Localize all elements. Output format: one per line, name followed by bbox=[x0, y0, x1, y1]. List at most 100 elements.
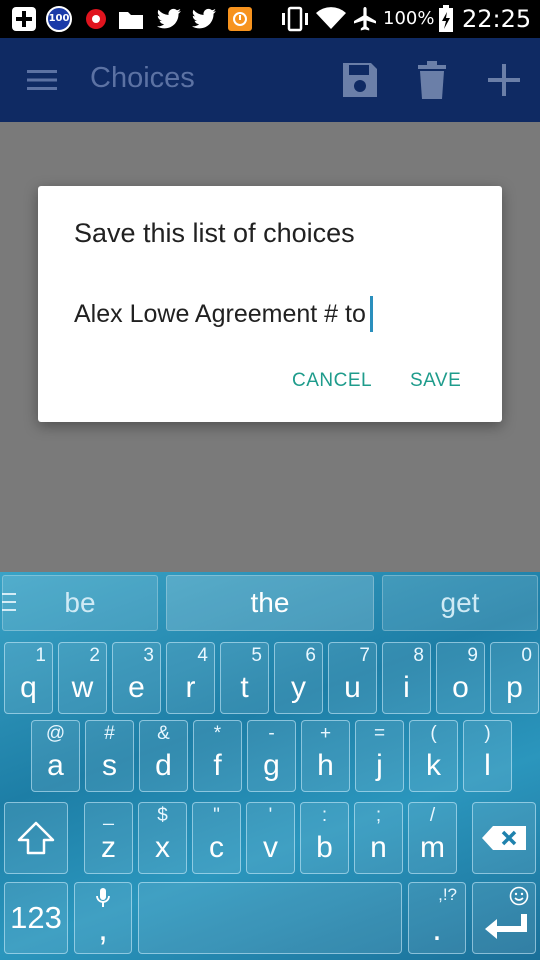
key-label: k bbox=[426, 749, 441, 782]
key-hint: 5 bbox=[251, 645, 262, 666]
key-o[interactable]: 9o bbox=[436, 642, 485, 714]
key-label: h bbox=[317, 749, 334, 782]
key-v[interactable]: ' v bbox=[246, 802, 295, 874]
list-name-input-text: Alex Lowe Agreement # to bbox=[74, 299, 366, 328]
numbers-key-label: 123 bbox=[10, 900, 62, 935]
key-m[interactable]: / m bbox=[408, 802, 457, 874]
key-label: q bbox=[20, 671, 37, 704]
key-a[interactable]: @ a bbox=[31, 720, 80, 792]
key-label: l bbox=[484, 749, 491, 782]
key-hint: * bbox=[213, 723, 222, 744]
key-hint: 8 bbox=[413, 645, 424, 666]
shift-key[interactable] bbox=[4, 802, 68, 874]
backspace-icon bbox=[473, 803, 535, 873]
key-z[interactable]: _ z bbox=[84, 802, 133, 874]
alert-red-icon bbox=[84, 6, 108, 32]
enter-icon bbox=[483, 912, 529, 945]
plus-box-icon bbox=[10, 6, 38, 32]
key-label: d bbox=[155, 749, 172, 782]
dialog-title: Save this list of choices bbox=[74, 218, 355, 248]
punctuation-hint: ,!? bbox=[438, 885, 457, 904]
key-label: c bbox=[209, 831, 224, 864]
numbers-key[interactable]: 123 bbox=[4, 882, 68, 954]
key-label: j bbox=[376, 749, 383, 782]
key-hint: ' bbox=[268, 805, 273, 826]
twitter-icon bbox=[190, 6, 218, 32]
menu-icon[interactable] bbox=[20, 58, 64, 102]
app-bar: Choices bbox=[0, 38, 540, 122]
clock-time: 22:25 bbox=[462, 5, 532, 33]
enter-key[interactable] bbox=[472, 882, 536, 954]
period-key[interactable]: ,!? . bbox=[408, 882, 466, 954]
comma-key-label: , bbox=[98, 910, 108, 948]
suggestion-3[interactable]: get bbox=[382, 575, 538, 631]
key-i[interactable]: 8i bbox=[382, 642, 431, 714]
key-j[interactable]: = j bbox=[355, 720, 404, 792]
key-l[interactable]: ) l bbox=[463, 720, 512, 792]
key-hint: 7 bbox=[359, 645, 370, 666]
status-badge-text: 100 bbox=[48, 13, 70, 24]
key-label: x bbox=[155, 831, 170, 864]
emoji-icon bbox=[509, 886, 529, 911]
twitter-icon bbox=[155, 6, 183, 32]
key-hint: 3 bbox=[143, 645, 154, 666]
delete-icon[interactable] bbox=[410, 58, 454, 102]
key-hint: - bbox=[268, 723, 275, 744]
key-hint: : bbox=[321, 805, 328, 826]
key-label: w bbox=[71, 671, 94, 704]
key-p[interactable]: 0p bbox=[490, 642, 539, 714]
key-label: z bbox=[101, 831, 116, 864]
key-label: f bbox=[213, 749, 222, 782]
save-icon[interactable] bbox=[338, 58, 382, 102]
key-f[interactable]: * f bbox=[193, 720, 242, 792]
backspace-key[interactable] bbox=[472, 802, 536, 874]
key-hint: + bbox=[319, 723, 332, 744]
soft-keyboard: be the get 1q2w3e4r5t6y7u8i9o0p @ a # s & d * f… bbox=[0, 572, 540, 960]
cancel-button[interactable]: CANCEL bbox=[292, 370, 372, 392]
key-hint: ; bbox=[375, 805, 382, 826]
key-c[interactable]: " c bbox=[192, 802, 241, 874]
key-label: e bbox=[128, 671, 145, 704]
key-b[interactable]: :b bbox=[300, 802, 349, 874]
battery-charging-icon bbox=[437, 5, 455, 32]
key-label: a bbox=[47, 749, 64, 782]
key-k[interactable]: (k bbox=[409, 720, 458, 792]
key-w[interactable]: 2w bbox=[58, 642, 107, 714]
key-label: s bbox=[102, 749, 117, 782]
key-u[interactable]: 7u bbox=[328, 642, 377, 714]
suggestion-2[interactable]: the bbox=[166, 575, 374, 631]
suggestion-bar: be the get bbox=[0, 572, 540, 634]
key-n[interactable]: ; n bbox=[354, 802, 403, 874]
vibrate-icon bbox=[280, 6, 310, 32]
key-hint: = bbox=[373, 723, 386, 744]
comma-key[interactable]: , bbox=[74, 882, 132, 954]
key-label: r bbox=[185, 671, 196, 704]
key-q[interactable]: 1q bbox=[4, 642, 53, 714]
add-icon[interactable] bbox=[482, 58, 526, 102]
key-label: o bbox=[452, 671, 469, 704]
folder-icon bbox=[117, 6, 145, 32]
list-name-input[interactable]: Alex Lowe Agreement # to bbox=[74, 296, 373, 332]
key-hint: ) bbox=[484, 723, 491, 744]
key-hint: $ bbox=[157, 805, 168, 826]
key-hint: _ bbox=[103, 805, 114, 826]
key-e[interactable]: 3e bbox=[112, 642, 161, 714]
key-s[interactable]: # s bbox=[85, 720, 134, 792]
suggestion-1[interactable]: be bbox=[2, 575, 158, 631]
key-hint: 4 bbox=[197, 645, 208, 666]
key-r[interactable]: 4r bbox=[166, 642, 215, 714]
key-y[interactable]: 6y bbox=[274, 642, 323, 714]
save-list-dialog: Save this list of choices Alex Lowe Agre… bbox=[38, 186, 502, 422]
key-g[interactable]: -g bbox=[247, 720, 296, 792]
key-t[interactable]: 5t bbox=[220, 642, 269, 714]
space-bar[interactable] bbox=[138, 882, 402, 954]
key-label: p bbox=[506, 671, 523, 704]
key-h[interactable]: + h bbox=[301, 720, 350, 792]
key-label: t bbox=[240, 671, 249, 704]
key-label: n bbox=[370, 831, 387, 864]
key-x[interactable]: $ x bbox=[138, 802, 187, 874]
key-d[interactable]: & d bbox=[139, 720, 188, 792]
save-button[interactable]: SAVE bbox=[410, 370, 461, 392]
period-key-label: . bbox=[432, 910, 442, 948]
key-hint: " bbox=[213, 805, 220, 826]
